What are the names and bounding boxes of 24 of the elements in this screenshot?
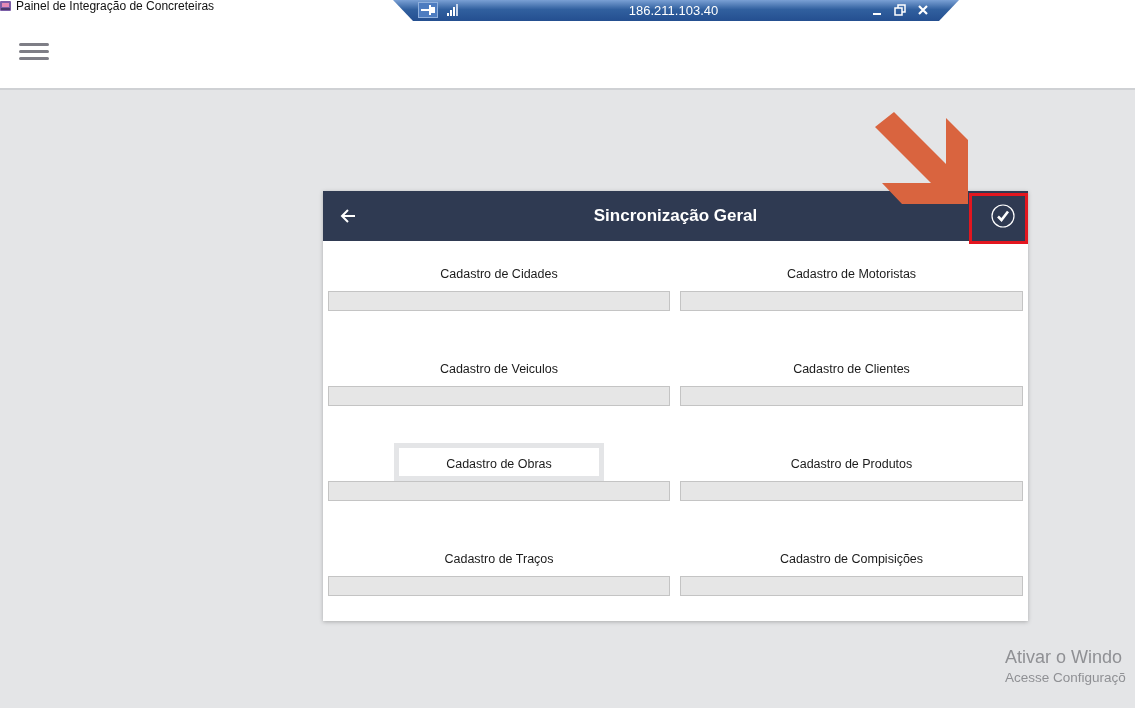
sync-item-label: Cadastro de Compisições	[779, 551, 924, 568]
activation-subtitle: Acesse Configuraçõ	[1005, 669, 1126, 686]
sync-item-label: Cadastro de Produtos	[790, 456, 913, 473]
sync-item-label: Cadastro de Cidades	[440, 266, 558, 283]
app-logo-icon	[0, 0, 12, 12]
check-circle-icon[interactable]	[991, 204, 1015, 228]
sync-item-label: Cadastro de Veiculos	[439, 361, 559, 378]
pin-button[interactable]	[418, 2, 438, 18]
sync-item-label: Cadastro de Obras	[394, 443, 604, 481]
pin-icon	[421, 5, 435, 15]
back-arrow-icon[interactable]	[340, 208, 356, 224]
sync-item-label: Cadastro de Motoristas	[786, 266, 917, 283]
restore-icon[interactable]	[894, 4, 906, 16]
close-icon[interactable]	[917, 4, 929, 16]
signal-icon[interactable]	[447, 4, 458, 16]
sync-item-label: Cadastro de Traços	[444, 551, 554, 568]
window-title: Painel de Integração de Concreteiras	[16, 0, 215, 13]
arrow-icon	[873, 110, 970, 206]
dialog-title: Sincronização Geral	[593, 206, 758, 226]
connection-address: 186.211.103.40	[628, 2, 719, 18]
activation-title: Ativar o Windo	[1005, 646, 1124, 669]
menu-icon[interactable]	[19, 43, 49, 60]
highlight-frame	[969, 193, 1028, 244]
sync-item-label: Cadastro de Clientes	[793, 361, 910, 378]
